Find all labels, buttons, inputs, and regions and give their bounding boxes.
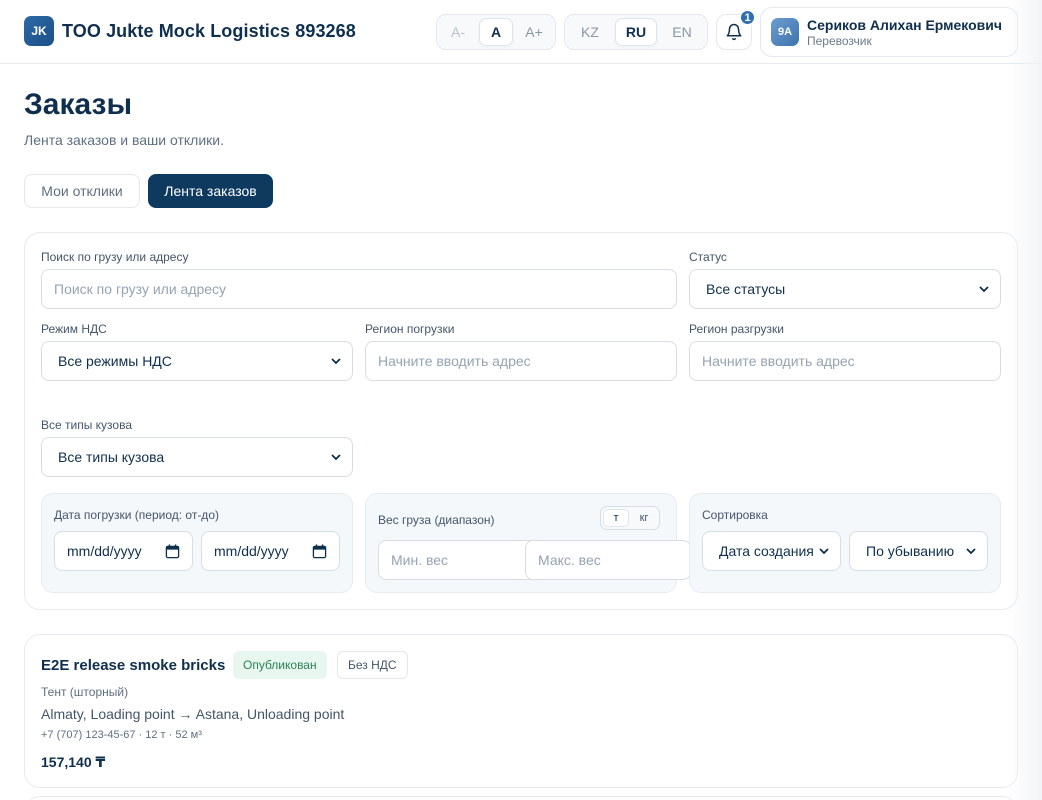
calendar-icon[interactable] [312, 544, 327, 559]
loading-region-label: Регион погрузки [365, 322, 455, 336]
sort-field-select[interactable]: Дата создания [702, 531, 841, 571]
sort-label: Сортировка [702, 508, 768, 522]
notifications-count-badge: 1 [739, 9, 756, 26]
chevron-down-icon [966, 548, 976, 555]
sort-order-select[interactable]: По убыванию [849, 531, 988, 571]
date-to-value: mm/dd/yyyy [214, 543, 289, 559]
user-menu[interactable]: 9A Сериков Алихан Ермекович Перевозчик [760, 7, 1018, 57]
font-increase-button[interactable]: A+ [517, 18, 551, 46]
date-from-input[interactable]: mm/dd/yyyy [54, 531, 193, 571]
page-subtitle: Лента заказов и ваши отклики. [24, 132, 224, 148]
body-type-label: Все типы кузова [41, 418, 133, 432]
chevron-down-icon [819, 548, 829, 555]
order-card[interactable]: E2E release smoke bricks Опубликован Без… [24, 634, 1018, 788]
unit-tonnes-button[interactable]: т [603, 509, 629, 527]
order-meta: +7 (707) 123-45-67 · 12 т · 52 м³ [41, 729, 202, 741]
sort-order-value: По убыванию [866, 543, 955, 559]
weight-min-input[interactable]: Мин. вес [378, 540, 538, 580]
brand[interactable]: JK TOO Jukte Mock Logistics 893268 [24, 16, 356, 46]
filters-panel: Поиск по грузу или адресу Поиск по грузу… [24, 232, 1018, 610]
user-name: Сериков Алихан Ермекович [807, 16, 1003, 33]
search-input[interactable]: Поиск по грузу или адресу [41, 269, 677, 309]
order-price: 157,140 ₸ [41, 754, 106, 770]
unloading-region-label: Регион разгрузки [689, 322, 784, 336]
company-name: TOO Jukte Mock Logistics 893268 [62, 20, 356, 41]
date-to-input[interactable]: mm/dd/yyyy [201, 531, 340, 571]
tab-my-responses[interactable]: Мои отклики [24, 174, 140, 208]
status-select-value: Все статусы [706, 281, 786, 297]
weight-max-input[interactable]: Макс. вес [525, 540, 691, 580]
status-badge: Опубликован [233, 651, 327, 679]
loading-date-panel: Дата погрузки (период: от-до) mm/dd/yyyy… [41, 493, 353, 593]
lang-kz-button[interactable]: KZ [569, 18, 611, 46]
bell-icon [726, 23, 742, 41]
weight-label: Вес груза (диапазон) [378, 513, 495, 527]
body-type-select-value: Все типы кузова [58, 449, 165, 465]
tab-order-feed[interactable]: Лента заказов [148, 174, 273, 208]
search-label: Поиск по грузу или адресу [41, 250, 189, 264]
chevron-down-icon [331, 454, 341, 461]
calendar-icon[interactable] [165, 544, 180, 559]
order-card[interactable] [24, 796, 1018, 800]
sort-panel: Сортировка Дата создания По убыванию [689, 493, 1001, 593]
user-role: Перевозчик [807, 33, 872, 48]
font-normal-button[interactable]: A [479, 18, 513, 46]
chevron-down-icon [331, 358, 341, 365]
sort-field-value: Дата создания [719, 543, 814, 559]
order-body-type: Тент (шторный) [41, 685, 129, 699]
vat-label: Режим НДС [41, 322, 107, 336]
chevron-down-icon [979, 286, 989, 293]
date-from-value: mm/dd/yyyy [67, 543, 142, 559]
weight-unit-toggle: т кг [600, 506, 660, 530]
body-type-select[interactable]: Все типы кузова [41, 437, 353, 477]
unit-kg-button[interactable]: кг [631, 509, 657, 527]
company-logo: JK [24, 16, 54, 46]
loading-region-input[interactable]: Начните вводить адрес [365, 341, 677, 381]
status-label: Статус [689, 250, 727, 264]
font-size-switcher: A- A A+ [436, 14, 556, 50]
font-decrease-button[interactable]: A- [441, 18, 475, 46]
status-select[interactable]: Все статусы [689, 269, 1001, 309]
unloading-region-input[interactable]: Начните вводить адрес [689, 341, 1001, 381]
lang-ru-button[interactable]: RU [615, 18, 657, 46]
order-route: Almaty, Loading point → Astana, Unloadin… [41, 706, 345, 722]
order-title[interactable]: E2E release smoke bricks [41, 657, 225, 674]
language-switcher: KZ RU EN [564, 14, 708, 50]
page-title: Заказы [24, 88, 133, 121]
app-header: JK TOO Jukte Mock Logistics 893268 A- A … [0, 0, 1042, 64]
weight-panel: Вес груза (диапазон) т кг Мин. вес Макс.… [365, 493, 691, 593]
loading-date-label: Дата погрузки (период: от-до) [54, 508, 219, 522]
vat-select[interactable]: Все режимы НДС [41, 341, 353, 381]
lang-en-button[interactable]: EN [661, 18, 703, 46]
vat-select-value: Все режимы НДС [58, 353, 172, 369]
avatar: 9A [771, 18, 799, 46]
vat-badge: Без НДС [337, 651, 408, 679]
